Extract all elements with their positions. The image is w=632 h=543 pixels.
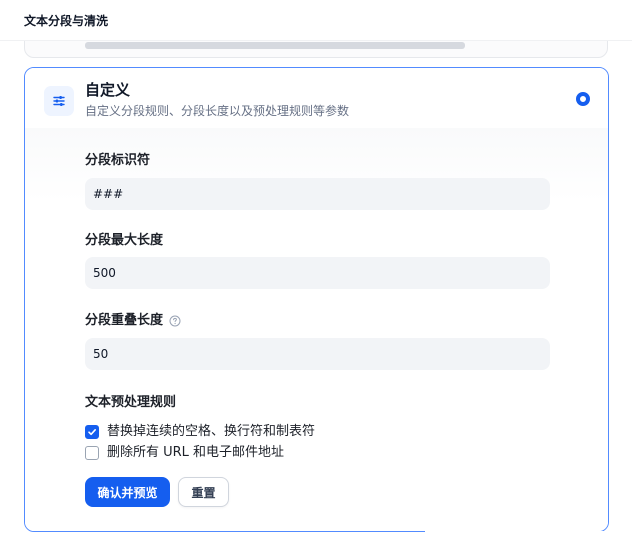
custom-option-title: 自定义: [85, 81, 131, 99]
custom-option-header[interactable]: 自定义 自定义分段规则、分段长度以及预处理规则等参数: [25, 68, 608, 128]
overlap-label-row: 分段重叠长度: [85, 312, 181, 330]
rule-label: 删除所有 URL 和电子邮件地址: [107, 445, 285, 460]
reset-button[interactable]: 重置: [178, 477, 229, 507]
section-header: 文本分段与清洗: [0, 0, 632, 41]
checkbox-checked[interactable]: [85, 425, 99, 439]
separator-label: 分段标识符: [85, 153, 151, 168]
rule-remove-urls[interactable]: 删除所有 URL 和电子邮件地址: [85, 445, 284, 461]
overlap-label: 分段重叠长度: [85, 313, 164, 328]
check-icon: [88, 429, 96, 436]
rule-replace-whitespace[interactable]: 替换掉连续的空格、换行符和制表符: [85, 424, 315, 440]
preprocess-label: 文本预处理规则: [85, 395, 177, 410]
sliders-icon: [44, 86, 74, 116]
custom-option-card[interactable]: 自定义 自定义分段规则、分段长度以及预处理规则等参数 分段标识符 分段最大长度 …: [24, 67, 609, 532]
viewport-cutoff: [425, 531, 632, 543]
overlap-input[interactable]: [85, 338, 550, 370]
checkbox-unchecked[interactable]: [85, 446, 99, 460]
confirm-preview-button[interactable]: 确认并预览: [85, 477, 170, 507]
custom-option-description: 自定义分段规则、分段长度以及预处理规则等参数: [85, 104, 350, 118]
rule-label: 替换掉连续的空格、换行符和制表符: [107, 424, 316, 439]
automatic-option-description-cutoff: [85, 42, 465, 49]
segmentation-settings-page: 文本分段与清洗 自定义 自定义分段规则、分段长度以及预处理规则等参数 分段标识符: [0, 0, 632, 543]
question-circle-icon[interactable]: [169, 315, 181, 327]
separator-input[interactable]: [85, 178, 550, 210]
custom-option-radio[interactable]: [576, 92, 590, 106]
max-length-input[interactable]: [85, 257, 550, 289]
max-length-label: 分段最大长度: [85, 233, 164, 248]
section-title: 文本分段与清洗: [24, 14, 109, 28]
